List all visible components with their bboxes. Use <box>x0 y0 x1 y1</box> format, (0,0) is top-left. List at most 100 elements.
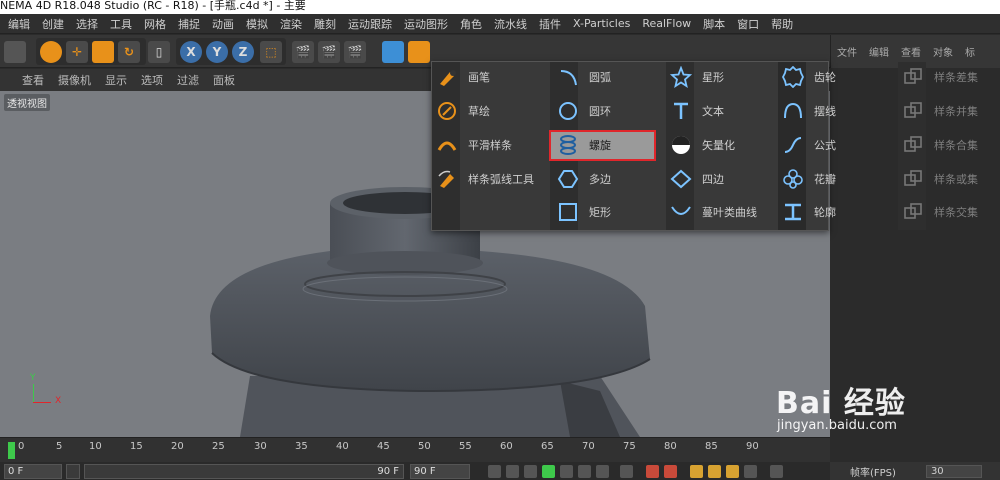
menu-item-spline-and[interactable]: 样条合集 <box>900 131 978 159</box>
menu-script[interactable]: 脚本 <box>703 16 725 32</box>
attr-menu-userdata[interactable]: 用户数据 <box>925 327 969 343</box>
undo-icon[interactable] <box>4 41 26 63</box>
viewport-label[interactable]: 透视视图 <box>4 94 50 111</box>
menu-item-polygon[interactable]: 多边 <box>555 165 611 193</box>
menu-item-formula[interactable]: 公式 <box>780 131 836 159</box>
menu-item-gear[interactable]: 齿轮 <box>780 63 836 91</box>
menu-pipeline[interactable]: 流水线 <box>494 16 527 32</box>
tab-more[interactable]: 参 <box>973 367 999 385</box>
timeline-ruler[interactable]: 0 5 10 15 20 25 30 35 40 45 50 55 60 65 … <box>0 437 830 462</box>
autokey-icon[interactable] <box>664 465 677 478</box>
menu-edit[interactable]: 编辑 <box>8 16 30 32</box>
scale-icon[interactable] <box>92 41 114 63</box>
menu-render[interactable]: 渲染 <box>280 16 302 32</box>
menu-item-arc[interactable]: 圆弧 <box>555 63 611 91</box>
render-picture-viewer-icon[interactable]: 🎬 <box>318 41 340 63</box>
rotate-icon[interactable]: ↻ <box>118 41 140 63</box>
prev-frame-icon[interactable] <box>524 465 537 478</box>
goto-end-icon[interactable] <box>596 465 609 478</box>
menu-item-label: 四边 <box>702 173 724 186</box>
menu-motion-tracking[interactable]: 运动跟踪 <box>348 16 392 32</box>
menu-snap[interactable]: 捕捉 <box>178 16 200 32</box>
cube-icon[interactable] <box>382 41 404 63</box>
menu-mograph[interactable]: 运动图形 <box>404 16 448 32</box>
current-frame-field[interactable]: 0 F <box>4 464 62 479</box>
menu-plugins[interactable]: 插件 <box>539 16 561 32</box>
fps-field[interactable]: 30 <box>925 464 982 478</box>
view-menu-display[interactable]: 显示 <box>105 72 127 88</box>
menu-select[interactable]: 选择 <box>76 16 98 32</box>
menu-item-helix[interactable]: 螺旋 <box>555 131 611 159</box>
coordinate-system-icon[interactable]: ⬚ <box>260 41 282 63</box>
view-menu-view[interactable]: 查看 <box>22 72 44 88</box>
menu-item-spline-subtract[interactable]: 样条差集 <box>900 63 978 91</box>
prev-key-icon[interactable] <box>506 465 519 478</box>
om-menu-tag[interactable]: 标 <box>965 44 975 59</box>
playhead-marker[interactable] <box>8 442 15 459</box>
render-view-icon[interactable]: 🎬 <box>292 41 314 63</box>
menu-item-spline-union[interactable]: 样条并集 <box>900 97 978 125</box>
menu-item-spline-arc-tool[interactable]: 样条弧线工具 <box>434 165 534 193</box>
menu-realflow[interactable]: RealFlow <box>642 17 691 30</box>
attribute-menu: 模式 编辑 用户数据 <box>831 325 1000 345</box>
menu-item-vectorize[interactable]: 矢量化 <box>668 131 735 159</box>
render-settings-icon[interactable]: 🎬 <box>344 41 366 63</box>
key-rotation-icon[interactable] <box>708 465 721 478</box>
menu-item-text[interactable]: 文本 <box>668 97 724 125</box>
move-icon[interactable]: ✛ <box>66 41 88 63</box>
menu-window[interactable]: 窗口 <box>737 16 759 32</box>
menu-animate[interactable]: 动画 <box>212 16 234 32</box>
axis-y-button[interactable]: Y <box>206 41 228 63</box>
menu-character[interactable]: 角色 <box>460 16 482 32</box>
range-slider[interactable]: 90 F <box>84 464 404 479</box>
loop-icon[interactable] <box>620 465 633 478</box>
menu-simulate[interactable]: 模拟 <box>246 16 268 32</box>
axis-x-button[interactable]: X <box>180 41 202 63</box>
live-selection-icon[interactable] <box>40 41 62 63</box>
key-scale-icon[interactable] <box>726 465 739 478</box>
menu-x-particles[interactable]: X-Particles <box>573 17 630 30</box>
axis-z-button[interactable]: Z <box>232 41 254 63</box>
menu-mesh[interactable]: 网格 <box>144 16 166 32</box>
menu-item-pen[interactable]: 画笔 <box>434 63 490 91</box>
menu-item-profile[interactable]: 轮廓 <box>780 198 836 226</box>
menu-item-spline-or[interactable]: 样条或集 <box>900 165 978 193</box>
spline-pen-icon[interactable] <box>408 41 430 63</box>
play-icon[interactable] <box>542 465 555 478</box>
menu-item-cissoid[interactable]: 蔓叶类曲线 <box>668 198 757 226</box>
menu-item-rectangle[interactable]: 矩形 <box>555 198 611 226</box>
menu-sculpt[interactable]: 雕刻 <box>314 16 336 32</box>
attr-menu-edit[interactable]: 编辑 <box>891 327 913 343</box>
view-menu-filter[interactable]: 过滤 <box>177 72 199 88</box>
next-frame-icon[interactable] <box>560 465 573 478</box>
menu-item-cycloid[interactable]: 摆线 <box>780 97 836 125</box>
tab-dynamics[interactable]: 动力学 <box>927 365 971 391</box>
key-position-icon[interactable] <box>690 465 703 478</box>
menu-item-star[interactable]: 星形 <box>668 63 724 91</box>
frame-stepper[interactable] <box>66 464 80 479</box>
key-param-icon[interactable] <box>744 465 757 478</box>
om-menu-edit[interactable]: 编辑 <box>869 44 889 59</box>
end-frame-field[interactable]: 90 F <box>410 464 470 479</box>
view-menu-options[interactable]: 选项 <box>141 72 163 88</box>
view-menu-camera[interactable]: 摄像机 <box>58 72 91 88</box>
menu-help[interactable]: 帮助 <box>771 16 793 32</box>
menu-item-circle[interactable]: 圆环 <box>555 97 611 125</box>
menu-item-quad[interactable]: 四边 <box>668 165 724 193</box>
menu-item-spline-intersect[interactable]: 样条交集 <box>900 198 978 226</box>
om-menu-file[interactable]: 文件 <box>837 44 857 59</box>
menu-item-flower[interactable]: 花瓣 <box>780 165 836 193</box>
goto-start-icon[interactable] <box>488 465 501 478</box>
next-key-icon[interactable] <box>578 465 591 478</box>
attr-menu-mode[interactable]: 模式 <box>857 327 879 343</box>
om-menu-object[interactable]: 对象 <box>933 44 953 59</box>
record-icon[interactable] <box>646 465 659 478</box>
menu-item-smooth-spline[interactable]: 平滑样条 <box>434 131 512 159</box>
menu-tools[interactable]: 工具 <box>110 16 132 32</box>
timeline-icon[interactable] <box>770 465 783 478</box>
recent-tools-icon[interactable]: ▯ <box>148 41 170 63</box>
menu-create[interactable]: 创建 <box>42 16 64 32</box>
menu-item-sketch[interactable]: 草绘 <box>434 97 490 125</box>
om-menu-view[interactable]: 查看 <box>901 44 921 59</box>
view-menu-panel[interactable]: 面板 <box>213 72 235 88</box>
